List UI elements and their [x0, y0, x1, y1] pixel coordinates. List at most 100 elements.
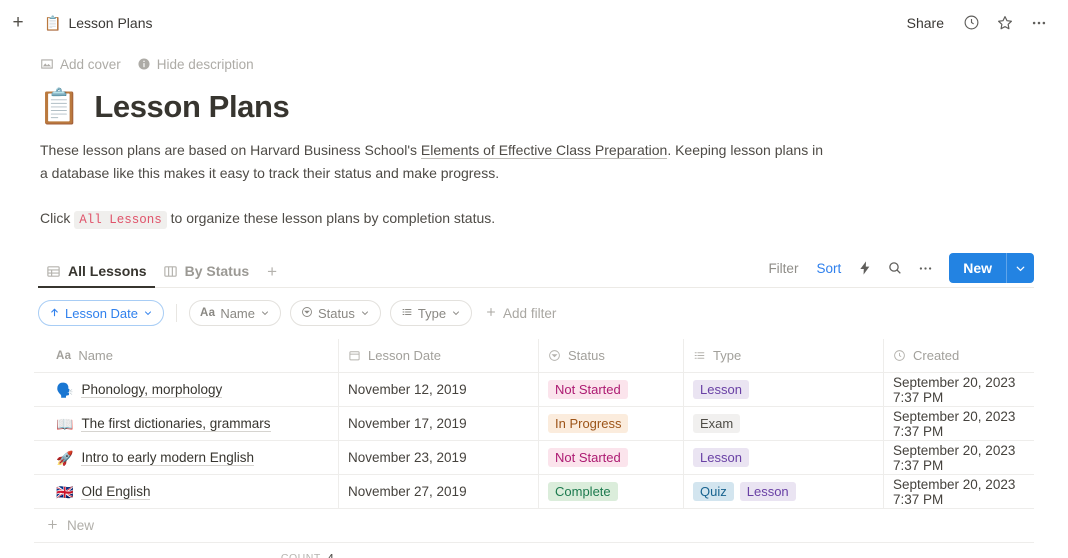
cell-type[interactable]: Quiz Lesson — [684, 475, 884, 508]
status-badge: Not Started — [548, 448, 628, 467]
cell-status[interactable]: Complete — [539, 475, 684, 508]
filter-chip-row: Lesson Date Aa Name Status — [38, 300, 1034, 326]
cell-name[interactable]: 🗣️ Phonology, morphology — [34, 373, 339, 406]
page-description-2: Click All Lessons to organize these less… — [40, 207, 830, 232]
new-button[interactable]: New — [949, 253, 1034, 283]
hide-description-button[interactable]: Hide description — [137, 57, 254, 72]
share-button[interactable]: Share — [899, 11, 952, 35]
aa-icon: Aa — [200, 307, 215, 319]
page-title[interactable]: Lesson Plans — [94, 89, 289, 125]
table-row[interactable]: 🇬🇧 Old English November 27, 2019 Complet… — [34, 475, 1034, 509]
description2-text-1: Click — [40, 210, 74, 226]
chevron-down-icon[interactable] — [1006, 253, 1034, 283]
chip-type[interactable]: Type — [390, 300, 472, 326]
description-link[interactable]: Elements of Effective Class Preparation — [421, 142, 667, 159]
chip-status[interactable]: Status — [290, 300, 381, 326]
all-lessons-code-link[interactable]: All Lessons — [74, 211, 167, 229]
chevron-down-icon — [451, 306, 461, 321]
info-icon — [137, 57, 151, 71]
tab-by-status-label: By Status — [185, 263, 250, 279]
description-text-1: These lesson plans are based on Harvard … — [40, 142, 421, 158]
clipboard-icon[interactable]: 📋 — [38, 90, 80, 124]
column-header-status-label: Status — [568, 348, 605, 363]
status-badge: Complete — [548, 482, 618, 501]
select-icon — [301, 306, 313, 321]
count-bar[interactable]: COUNT 4 — [34, 543, 1034, 558]
cell-lesson-date[interactable]: November 27, 2019 — [339, 475, 539, 508]
column-header-type[interactable]: Type — [684, 339, 884, 372]
sort-button[interactable]: Sort — [808, 256, 849, 281]
multiselect-icon — [693, 349, 706, 362]
column-header-lesson-date[interactable]: Lesson Date — [339, 339, 539, 372]
filter-button[interactable]: Filter — [760, 256, 806, 281]
board-icon — [163, 264, 178, 279]
cell-status[interactable]: In Progress — [539, 407, 684, 440]
chip-type-label: Type — [418, 306, 446, 321]
new-row-button[interactable]: New — [34, 509, 1034, 543]
more-options-icon[interactable] — [1024, 9, 1054, 37]
chevron-down-icon — [360, 306, 370, 321]
table-row[interactable]: 🗣️ Phonology, morphology November 12, 20… — [34, 373, 1034, 407]
column-header-status[interactable]: Status — [539, 339, 684, 372]
type-tag: Quiz — [693, 482, 734, 501]
row-emoji-icon: 📖 — [56, 417, 73, 431]
cell-name[interactable]: 🇬🇧 Old English — [34, 475, 339, 508]
add-cover-button[interactable]: Add cover — [40, 57, 121, 72]
row-emoji-icon: 🚀 — [56, 451, 73, 465]
plus-icon — [46, 518, 59, 534]
add-view-button[interactable]: + — [257, 265, 285, 287]
column-header-name[interactable]: Aa Name — [34, 339, 339, 372]
cell-lesson-date[interactable]: November 12, 2019 — [339, 373, 539, 406]
row-title-link[interactable]: The first dictionaries, grammars — [81, 416, 270, 432]
lightning-icon[interactable] — [851, 255, 879, 281]
chip-lesson-date-label: Lesson Date — [65, 306, 138, 321]
chip-lesson-date[interactable]: Lesson Date — [38, 300, 164, 326]
column-header-name-label: Name — [78, 348, 113, 363]
column-header-type-label: Type — [713, 348, 741, 363]
status-badge: In Progress — [548, 414, 628, 433]
row-title-link[interactable]: Phonology, morphology — [81, 382, 222, 398]
cell-lesson-date[interactable]: November 23, 2019 — [339, 441, 539, 474]
multiselect-icon — [401, 306, 413, 321]
cell-name[interactable]: 🚀 Intro to early modern English — [34, 441, 339, 474]
table-row[interactable]: 🚀 Intro to early modern English November… — [34, 441, 1034, 475]
cell-created: September 20, 2023 7:37 PM — [884, 407, 1034, 440]
column-header-lesson-date-label: Lesson Date — [368, 348, 441, 363]
row-title-link[interactable]: Old English — [81, 484, 150, 500]
chip-name[interactable]: Aa Name — [189, 300, 281, 326]
clock-icon[interactable] — [956, 9, 986, 37]
breadcrumb[interactable]: 📋 Lesson Plans — [44, 15, 153, 31]
cell-status[interactable]: Not Started — [539, 373, 684, 406]
chip-divider — [176, 304, 177, 322]
row-title-link[interactable]: Intro to early modern English — [81, 450, 254, 466]
table-row[interactable]: 📖 The first dictionaries, grammars Novem… — [34, 407, 1034, 441]
add-cover-label: Add cover — [60, 57, 121, 72]
row-emoji-icon: 🗣️ — [56, 383, 73, 397]
cell-type[interactable]: Lesson — [684, 373, 884, 406]
row-emoji-icon: 🇬🇧 — [56, 485, 73, 499]
type-tag: Lesson — [693, 448, 749, 467]
tab-by-status[interactable]: By Status — [155, 263, 258, 287]
column-header-created[interactable]: Created — [884, 339, 1034, 372]
page-controls: Add cover Hide description — [40, 51, 1034, 77]
cell-name[interactable]: 📖 The first dictionaries, grammars — [34, 407, 339, 440]
search-icon[interactable] — [881, 255, 909, 281]
more-options-icon[interactable] — [911, 255, 939, 281]
new-row-label: New — [67, 518, 94, 533]
star-icon[interactable] — [990, 9, 1020, 37]
cell-status[interactable]: Not Started — [539, 441, 684, 474]
cell-type[interactable]: Exam — [684, 407, 884, 440]
description2-text-2: to organize these lesson plans by comple… — [167, 210, 495, 226]
calendar-icon — [348, 349, 361, 362]
cell-type[interactable]: Lesson — [684, 441, 884, 474]
count-value: 4 — [327, 551, 334, 558]
new-page-button[interactable]: + — [4, 9, 32, 37]
cell-lesson-date[interactable]: November 17, 2019 — [339, 407, 539, 440]
add-filter-button[interactable]: Add filter — [485, 306, 556, 321]
tab-all-lessons[interactable]: All Lessons — [38, 263, 155, 287]
status-badge: Not Started — [548, 380, 628, 399]
chevron-down-icon — [260, 306, 270, 321]
top-bar-actions: Share — [899, 9, 1054, 37]
clock-icon — [893, 349, 906, 362]
image-icon — [40, 57, 54, 71]
